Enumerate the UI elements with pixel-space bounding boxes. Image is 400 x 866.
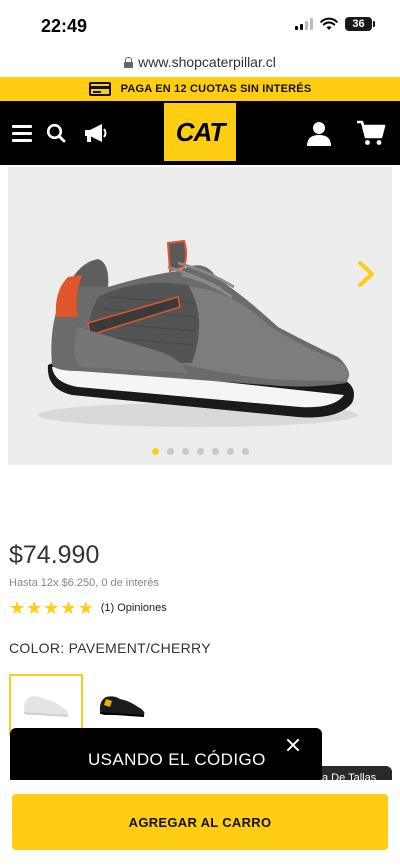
gallery-dot[interactable] (211, 448, 219, 455)
wifi-icon (320, 17, 338, 30)
credit-card-icon (88, 82, 111, 96)
star-icon: ★ (43, 598, 60, 618)
cart-icon[interactable] (354, 101, 388, 165)
gallery-dot[interactable] (151, 448, 159, 455)
star-icon: ★ (9, 598, 26, 618)
promo-toast[interactable]: USANDO EL CÓDIGO (10, 728, 322, 784)
cat-logo[interactable]: CAT (164, 103, 236, 161)
installments-text: Hasta 12x $6.250, 0 de interés (9, 577, 159, 589)
star-icon: ★ (77, 598, 94, 618)
site-header: CAT (0, 101, 400, 165)
lock-icon (124, 56, 134, 68)
gallery-dot[interactable] (166, 448, 174, 455)
product-image (38, 239, 358, 427)
menu-icon[interactable] (10, 101, 34, 165)
signal-icon (295, 18, 313, 30)
sticky-footer: AGREGAR AL CARRO (0, 780, 400, 866)
close-icon[interactable] (286, 738, 300, 752)
color-swatch-black[interactable] (85, 674, 159, 736)
swatch-image (23, 696, 69, 717)
promo-text: PAGA EN 12 CUOTAS SIN INTERÉS (120, 83, 312, 95)
megaphone-icon[interactable] (82, 101, 110, 165)
product-rating[interactable]: ★ ★ ★ ★ ★ (1) Opiniones (9, 599, 167, 617)
search-icon[interactable] (44, 101, 68, 165)
status-time: 22:49 (41, 16, 88, 36)
status-bar: 22:49 36 (0, 0, 400, 48)
product-price: $74.990 (9, 541, 100, 569)
status-icons: 36 (295, 17, 375, 31)
star-icon: ★ (26, 598, 43, 618)
battery-icon: 36 (345, 17, 375, 31)
gallery-dot[interactable] (226, 448, 234, 455)
url-text: www.shopcaterpillar.cl (138, 54, 276, 70)
gallery-pagination (8, 448, 392, 455)
star-icon: ★ (60, 598, 77, 618)
promo-banner[interactable]: PAGA EN 12 CUOTAS SIN INTERÉS (0, 77, 400, 101)
swatch-image (99, 696, 145, 717)
chevron-right-icon[interactable] (354, 259, 378, 289)
gallery-dot[interactable] (241, 448, 249, 455)
toast-text: USANDO EL CÓDIGO (88, 750, 266, 769)
url-bar[interactable]: www.shopcaterpillar.cl (0, 48, 400, 76)
rating-count[interactable]: (1) Opiniones (101, 602, 167, 614)
gallery-dot[interactable] (181, 448, 189, 455)
add-to-cart-button[interactable]: AGREGAR AL CARRO (12, 794, 388, 850)
gallery-dot[interactable] (196, 448, 204, 455)
product-gallery[interactable] (8, 167, 392, 465)
color-label: COLOR: PAVEMENT/CHERRY (9, 640, 211, 656)
user-icon[interactable] (304, 101, 334, 165)
logo-text: CAT (175, 116, 226, 147)
color-swatch-pavement[interactable] (9, 674, 83, 736)
